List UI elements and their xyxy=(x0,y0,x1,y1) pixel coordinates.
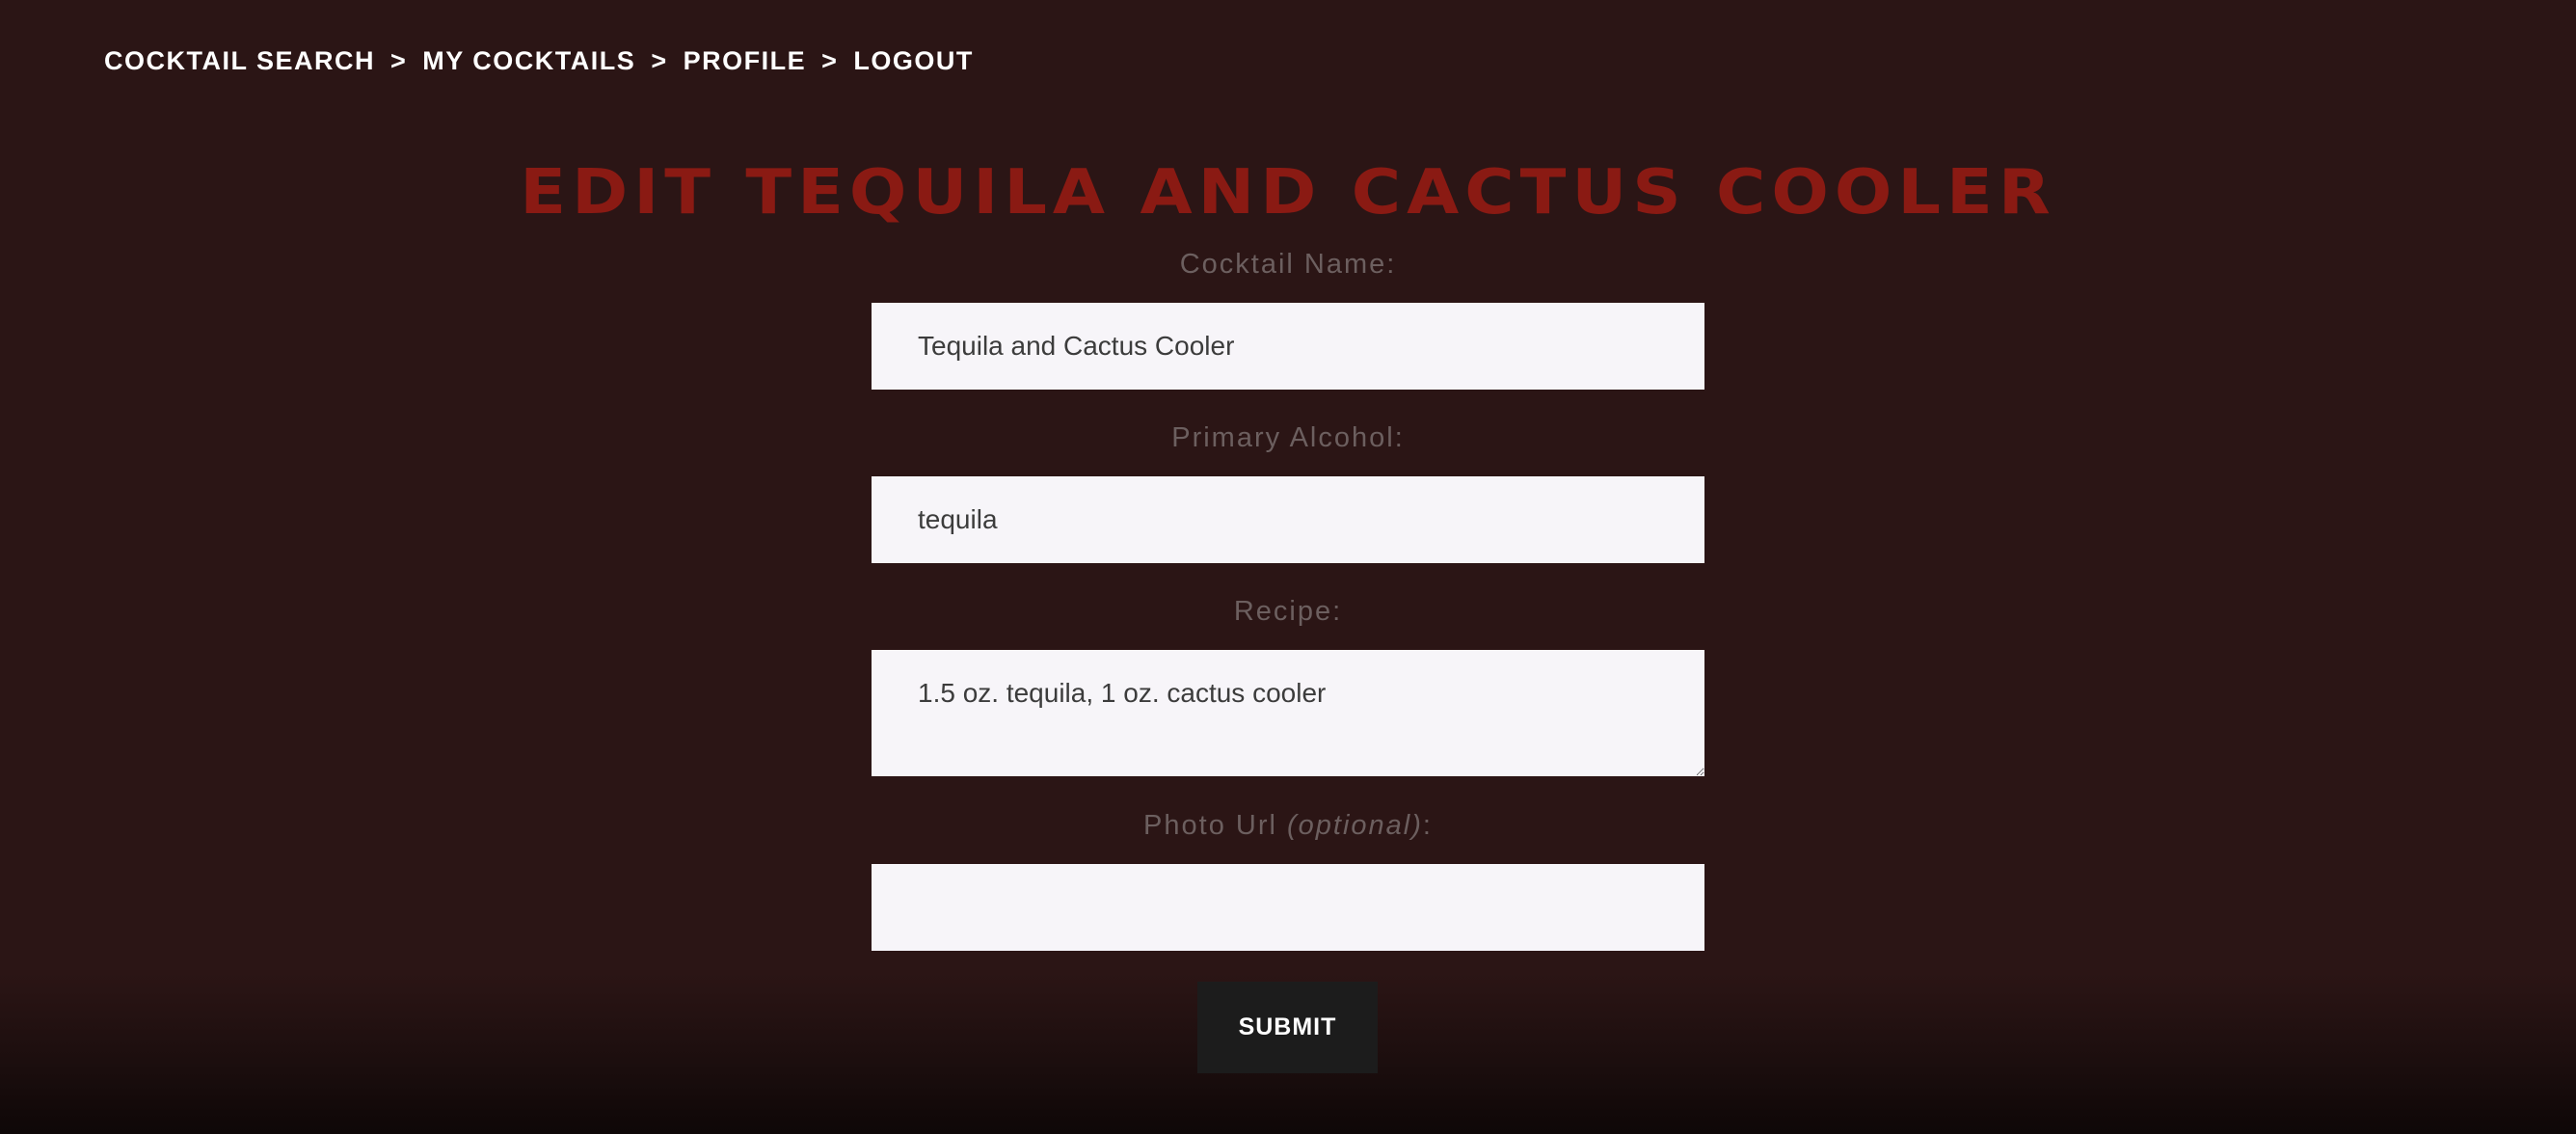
recipe-textarea[interactable]: 1.5 oz. tequila, 1 oz. cactus cooler xyxy=(872,650,1704,776)
photo-url-label-colon: : xyxy=(1422,810,1433,841)
nav-link-cocktail-search[interactable]: COCKTAIL SEARCH xyxy=(104,46,375,76)
nav-link-profile[interactable]: PROFILE xyxy=(684,46,807,76)
nav-link-logout[interactable]: LOGOUT xyxy=(853,46,974,76)
cocktail-name-input[interactable] xyxy=(872,303,1704,390)
page-title: Edit Tequila and Cactus Cooler xyxy=(520,155,2056,229)
photo-url-label: Photo Url (optional): xyxy=(0,810,2576,842)
nav-link-my-cocktails[interactable]: MY COCKTAILS xyxy=(422,46,635,76)
primary-alcohol-input[interactable] xyxy=(872,476,1704,563)
recipe-label: Recipe: xyxy=(1233,596,1343,627)
nav-separator: > xyxy=(651,46,668,75)
nav-separator: > xyxy=(821,46,839,75)
cocktail-name-label: Cocktail Name: xyxy=(1179,249,1397,280)
photo-url-input[interactable] xyxy=(872,864,1704,951)
photo-url-optional-note: (optional) xyxy=(1286,810,1423,841)
nav-separator: > xyxy=(390,46,408,75)
primary-alcohol-label: Primary Alcohol: xyxy=(1171,422,1405,453)
photo-url-label-text: Photo Url xyxy=(1143,810,1287,841)
breadcrumb-nav: COCKTAIL SEARCH > MY COCKTAILS > PROFILE… xyxy=(104,46,974,76)
submit-button[interactable]: SUBMIT xyxy=(1197,982,1378,1073)
